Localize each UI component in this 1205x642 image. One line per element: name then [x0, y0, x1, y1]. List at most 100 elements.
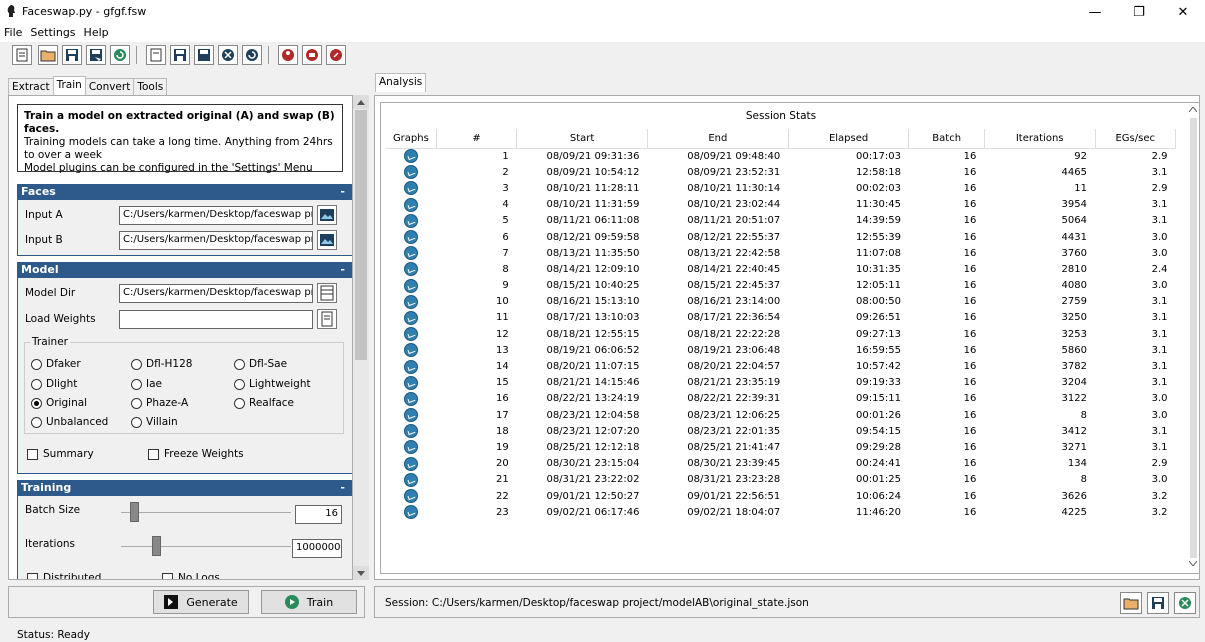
graph-cell[interactable] — [386, 375, 436, 391]
graph-icon[interactable] — [404, 165, 419, 180]
graph-icon[interactable] — [404, 343, 419, 358]
column-header[interactable]: # — [436, 129, 518, 149]
graph-icon[interactable] — [404, 246, 419, 261]
input-b-field[interactable]: C:/Users/karmen/Desktop/faceswap proj — [119, 231, 313, 250]
freeze-weights-checkbox[interactable]: Freeze Weights — [148, 448, 244, 460]
clear-task-icon[interactable] — [218, 45, 238, 65]
scroll-up-icon[interactable] — [353, 95, 369, 109]
menu-help[interactable]: Help — [80, 24, 113, 39]
graph-cell[interactable] — [386, 245, 436, 261]
graph-cell[interactable] — [386, 213, 436, 229]
graph-icon[interactable] — [404, 489, 419, 504]
graph-cell[interactable] — [386, 278, 436, 294]
column-header[interactable]: Start — [516, 129, 648, 149]
tab-train[interactable]: Train — [52, 76, 86, 95]
clear-session-icon[interactable] — [1174, 592, 1196, 614]
help-icon[interactable] — [326, 45, 346, 65]
stats-scrollbar[interactable] — [1187, 103, 1200, 573]
graph-icon[interactable] — [404, 230, 419, 245]
graph-cell[interactable] — [386, 456, 436, 472]
train-button[interactable]: Train — [261, 590, 357, 614]
column-header[interactable]: End — [647, 129, 789, 149]
graph-cell[interactable] — [386, 310, 436, 326]
model-section-header[interactable]: Model - — [17, 262, 352, 278]
settings-icon[interactable] — [302, 45, 322, 65]
column-header[interactable]: Graphs — [386, 129, 437, 149]
graph-icon[interactable] — [404, 359, 419, 374]
summary-checkbox[interactable]: Summary — [27, 448, 94, 460]
graph-icon[interactable] — [404, 391, 419, 406]
trainer-unbalanced-radio[interactable]: Unbalanced — [31, 416, 108, 428]
save-task-icon[interactable] — [170, 45, 190, 65]
graph-icon[interactable] — [404, 294, 419, 309]
graph-icon[interactable] — [404, 278, 419, 293]
generate-button[interactable]: Generate — [153, 590, 249, 614]
graph-icon[interactable] — [404, 149, 419, 164]
minimize-button[interactable]: — — [1073, 0, 1117, 24]
scroll-down-icon[interactable] — [353, 566, 369, 580]
graph-cell[interactable] — [386, 229, 436, 245]
save-project-icon[interactable] — [62, 45, 82, 65]
graph-icon[interactable] — [404, 505, 419, 520]
tab-analysis[interactable]: Analysis — [375, 73, 427, 92]
graph-icon[interactable] — [404, 262, 419, 277]
column-header[interactable]: Elapsed — [788, 129, 910, 149]
graph-icon[interactable] — [404, 181, 419, 196]
new-project-icon[interactable] — [12, 45, 32, 65]
iterations-slider[interactable] — [152, 536, 161, 556]
graph-icon[interactable] — [404, 440, 419, 455]
graph-cell[interactable] — [386, 358, 436, 374]
graph-cell[interactable] — [386, 294, 436, 310]
trainer-dfl-h128-radio[interactable]: Dfl-H128 — [131, 358, 192, 370]
save-session-icon[interactable] — [1147, 592, 1169, 614]
graph-cell[interactable] — [386, 326, 436, 342]
browse-folder-b-icon[interactable] — [317, 230, 337, 250]
graph-cell[interactable] — [386, 423, 436, 439]
reload-project-icon[interactable] — [110, 45, 130, 65]
graph-cell[interactable] — [386, 261, 436, 277]
graph-cell[interactable] — [386, 391, 436, 407]
graph-cell[interactable] — [386, 164, 436, 180]
browse-weights-icon[interactable] — [317, 309, 337, 329]
graph-icon[interactable] — [404, 424, 419, 439]
graph-cell[interactable] — [386, 439, 436, 455]
faces-section-header[interactable]: Faces - — [17, 184, 352, 200]
menu-file[interactable]: File — [0, 24, 26, 39]
iterations-field[interactable]: 1000000 — [292, 539, 342, 558]
menu-settings[interactable]: Settings — [26, 24, 79, 39]
stats-scroll-thumb[interactable] — [1190, 118, 1197, 558]
batch-size-field[interactable]: 16 — [295, 505, 342, 524]
load-weights-field[interactable] — [119, 310, 313, 329]
graph-cell[interactable] — [386, 472, 436, 488]
browse-model-dir-icon[interactable] — [317, 283, 337, 303]
input-a-field[interactable]: C:/Users/karmen/Desktop/faceswap proj — [119, 206, 313, 225]
graph-cell[interactable] — [386, 407, 436, 423]
trainer-iae-radio[interactable]: Iae — [131, 378, 162, 390]
trainer-villain-radio[interactable]: Villain — [131, 416, 178, 428]
graph-icon[interactable] — [404, 472, 419, 487]
graph-icon[interactable] — [404, 375, 419, 390]
close-button[interactable]: ✕ — [1161, 0, 1205, 24]
new-task-icon[interactable] — [146, 45, 166, 65]
save-as-project-icon[interactable] — [86, 45, 106, 65]
graph-icon[interactable] — [404, 456, 419, 471]
graph-icon[interactable] — [404, 197, 419, 212]
batch-size-slider[interactable] — [130, 502, 139, 522]
column-header[interactable]: Batch — [908, 129, 985, 149]
update-icon[interactable] — [278, 45, 298, 65]
open-project-icon[interactable] — [38, 45, 58, 65]
graph-icon[interactable] — [404, 213, 419, 228]
graph-cell[interactable] — [386, 504, 436, 520]
graph-cell[interactable] — [386, 148, 436, 164]
distributed-checkbox[interactable]: Distributed — [27, 572, 101, 579]
graph-cell[interactable] — [386, 342, 436, 358]
graph-icon[interactable] — [404, 408, 419, 423]
browse-folder-a-icon[interactable] — [317, 205, 337, 225]
trainer-phaze-a-radio[interactable]: Phaze-A — [131, 397, 188, 409]
graph-cell[interactable] — [386, 180, 436, 196]
graph-cell[interactable] — [386, 197, 436, 213]
graph-icon[interactable] — [404, 310, 419, 325]
graph-icon[interactable] — [404, 327, 419, 342]
trainer-dfl-sae-radio[interactable]: Dfl-Sae — [234, 358, 287, 370]
reload-task-icon[interactable] — [242, 45, 262, 65]
